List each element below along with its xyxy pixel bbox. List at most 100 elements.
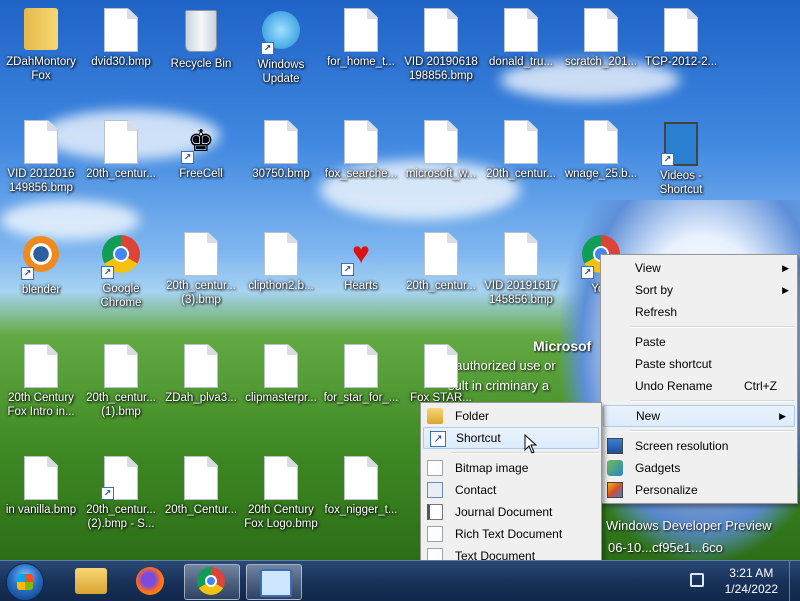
taskbar-firefox-button[interactable]	[124, 564, 178, 598]
gadgets-icon	[607, 460, 623, 476]
desktop-icon-label: microsoft_w...	[405, 168, 477, 180]
desktop-icon[interactable]: 20th Century Fox Logo.bmp	[242, 456, 320, 531]
menu-item-bitmap-image[interactable]: Bitmap image	[421, 457, 601, 479]
file-icon	[261, 120, 301, 164]
desktop-icon-label: ZDahMontory Fox	[6, 56, 76, 82]
menu-item-sort-by[interactable]: Sort by ▶	[601, 279, 797, 301]
file-icon	[581, 120, 621, 164]
desktop-icon[interactable]: microsoft_w...	[402, 120, 480, 181]
desktop-icon[interactable]: dvid30.bmp	[82, 8, 160, 69]
menu-item-personalize[interactable]: Personalize	[601, 479, 797, 501]
desktop-icon[interactable]: scratch_201...	[562, 8, 640, 69]
desktop-icon-label: 30750.bmp	[252, 168, 310, 180]
watermark-preview: Windows Developer Preview	[606, 518, 772, 533]
shortcut-arrow-icon: ↗	[181, 151, 194, 164]
menu-item-paste-shortcut[interactable]: Paste shortcut	[601, 353, 797, 375]
menu-item-label: Paste	[635, 335, 666, 349]
menu-item-gadgets[interactable]: Gadgets	[601, 457, 797, 479]
menu-item-paste[interactable]: Paste	[601, 331, 797, 353]
menu-item-folder[interactable]: Folder	[421, 405, 601, 427]
desktop-icon[interactable]: ↗ blender	[2, 232, 80, 297]
desktop-icon[interactable]: Recycle Bin	[162, 8, 240, 71]
shortcut-arrow-icon: ↗	[341, 263, 354, 276]
document-icon	[427, 526, 443, 542]
desktop-icon-label: TCP-2012-2...	[644, 56, 718, 68]
desktop-icon[interactable]: ↗ 20th_centur... (2).bmp - S...	[82, 456, 160, 531]
desktop-icon[interactable]: VID 20190618 198856.bmp	[402, 8, 480, 83]
menu-item-new[interactable]: New ▶	[603, 405, 795, 427]
menu-item-journal-document[interactable]: Journal Document	[421, 501, 601, 523]
desktop-icon[interactable]: 30750.bmp	[242, 120, 320, 181]
menu-separator	[631, 430, 795, 432]
desktop-icon[interactable]: for_home_t...	[322, 8, 400, 69]
show-desktop-button[interactable]	[789, 561, 800, 601]
file-icon	[341, 120, 381, 164]
desktop-icon[interactable]: 20th Century Fox Intro in...	[2, 344, 80, 419]
submenu-arrow-icon: ▶	[779, 411, 786, 421]
desktop-icon[interactable]: wnage_25.b...	[562, 120, 640, 181]
desktop-icon[interactable]: 20th_centur...	[402, 232, 480, 293]
journal-icon	[427, 504, 443, 520]
file-icon	[421, 344, 461, 388]
desktop-icon[interactable]: in vanilla.bmp	[2, 456, 80, 517]
desktop-icon[interactable]: clipmasterpr...	[242, 344, 320, 405]
submenu-arrow-icon: ▶	[782, 285, 789, 295]
control-panel-icon	[260, 569, 292, 597]
menu-item-refresh[interactable]: Refresh	[601, 301, 797, 323]
file-icon	[181, 456, 221, 500]
desktop-icon[interactable]: clipthon2.b...	[242, 232, 320, 293]
menu-item-contact[interactable]: Contact	[421, 479, 601, 501]
desktop-icon[interactable]: Fox STAR...	[402, 344, 480, 405]
desktop-icon[interactable]: 20th_centur... (1).bmp	[82, 344, 160, 419]
start-button[interactable]	[6, 563, 44, 601]
desktop-icon[interactable]: ↗ Videos - Shortcut	[642, 120, 720, 197]
menu-item-undo-rename[interactable]: Undo Rename Ctrl+Z	[601, 375, 797, 397]
desktop-icon-label: 20th_centur... (1).bmp	[86, 392, 156, 418]
file-icon	[501, 232, 541, 276]
menu-item-label: Personalize	[635, 483, 698, 497]
shortcut-arrow-icon: ↗	[261, 42, 274, 55]
menu-item-label: Folder	[455, 409, 490, 423]
desktop-icon[interactable]: fox_searche...	[322, 120, 400, 181]
blender-icon: ↗	[21, 236, 61, 280]
file-icon	[261, 232, 301, 276]
desktop-icon-label: 20th Century Fox Intro in...	[7, 392, 75, 418]
file-icon	[101, 344, 141, 388]
menu-item-rich-text-document[interactable]: Rich Text Document	[421, 523, 601, 545]
taskbar-clock[interactable]: 3:21 AM 1/24/2022	[725, 565, 778, 597]
desktop-icon[interactable]: ZDah_plva3...	[162, 344, 240, 405]
taskbar-chrome-button[interactable]	[184, 564, 240, 600]
desktop-icon-label: for_star_for_...	[323, 392, 399, 404]
menu-item-shortcut[interactable]: ↗ Shortcut	[423, 427, 599, 449]
desktop-icon[interactable]: TCP-2012-2...	[642, 8, 720, 69]
desktop-icon[interactable]: ♚ ↗ FreeCell	[162, 120, 240, 181]
desktop-icon-label: Google Chrome	[100, 283, 142, 309]
desktop-icon[interactable]: ↗ Google Chrome	[82, 232, 160, 310]
desktop-icon[interactable]: 20th_centur...	[82, 120, 160, 181]
taskbar-explorer-button[interactable]	[64, 564, 118, 598]
menu-item-screen-resolution[interactable]: Screen resolution	[601, 435, 797, 457]
desktop-icon[interactable]: 20th_centur...	[482, 120, 560, 181]
desktop-icon[interactable]: ↗ Windows Update	[242, 8, 320, 86]
new-submenu: Folder ↗ Shortcut Bitmap image Contact Journa…	[420, 402, 602, 570]
desktop-icon-label: 20th_centur...	[86, 168, 156, 180]
desktop-icon[interactable]: VID 2012016 149856.bmp	[2, 120, 80, 195]
menu-item-label: View	[635, 261, 661, 275]
desktop-icon[interactable]: fox_nigger_t...	[322, 456, 400, 517]
desktop-icon-label: 20th_Centur...	[164, 504, 238, 516]
desktop-icon[interactable]: 20th_Centur...	[162, 456, 240, 517]
file-icon	[421, 232, 461, 276]
menu-item-view[interactable]: View ▶	[601, 257, 797, 279]
network-tray-icon[interactable]	[690, 573, 704, 587]
desktop-icon[interactable]: for_star_for_...	[322, 344, 400, 405]
desktop-context-menu: View ▶ Sort by ▶ Refresh Paste Paste shortcut U…	[600, 254, 798, 504]
file-icon	[341, 8, 381, 52]
taskbar-control-panel-button[interactable]	[246, 564, 302, 600]
shortcut-arrow-icon: ↗	[661, 153, 674, 166]
desktop-icon[interactable]: ♥ ↗ Hearts	[322, 232, 400, 293]
desktop-icon[interactable]: donald_tru...	[482, 8, 560, 69]
desktop-icon[interactable]: VID 20191617 145856.bmp	[482, 232, 560, 307]
desktop-icon[interactable]: 20th_centur... (3).bmp	[162, 232, 240, 307]
desktop-icon[interactable]: ZDahMontory Fox	[2, 8, 80, 83]
file-icon	[21, 344, 61, 388]
